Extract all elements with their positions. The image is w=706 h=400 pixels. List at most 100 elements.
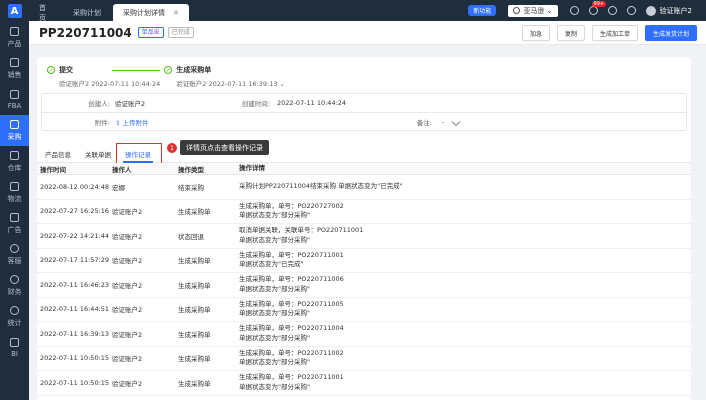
row-time: 2022-07-11 16:39:13 (40, 329, 110, 338)
row-detail: 生成采购单，单号：PO220711001 单据状态变为"已完成" (239, 251, 691, 270)
row-detail-line: 取消单据关联，关联单号：PO220711001 (239, 226, 364, 235)
row-detail-line: 单据状态变为"已完成" (239, 260, 304, 269)
site-select-value: 亚马逊 (523, 6, 545, 15)
remark-label: 备注: (416, 118, 432, 127)
row-detail-line: 单据状态变为"部分采购" (239, 382, 310, 391)
row-detail-line: 单据状态变为"部分采购" (239, 309, 310, 318)
row-user: 验证账户2 (112, 355, 143, 364)
new-feature-button[interactable]: 新功能 (468, 5, 497, 16)
sidebar-item-fba[interactable]: FBA (0, 84, 29, 115)
sidebar-item-bi[interactable]: BI (0, 332, 29, 363)
truck-icon (10, 181, 19, 191)
close-icon[interactable]: ✕ (173, 9, 179, 17)
row-detail-line: 单据状态变为"部分采购" (239, 235, 310, 244)
progress-steps: ✓ 提交 验证账户2 2022-07-11 10:44:24 ✓ 生成采购单 验… (37, 57, 691, 91)
tab-related-docs[interactable]: 关联单据 (85, 149, 111, 159)
sidebar-item-label: 客服 (7, 256, 22, 265)
sidebar-item-label: 物流 (7, 194, 22, 203)
row-type: 生成采购单 (178, 379, 211, 388)
tab-purchase-plan[interactable]: 采购计划 (63, 4, 111, 21)
edit-icon[interactable] (451, 117, 461, 127)
cart-icon (10, 119, 19, 129)
table-body: 2022-08-12 00:24:48 宏娜 结束采购 采购计划PP220711004… (37, 175, 691, 396)
row-user: 验证账户2 (112, 281, 143, 290)
row-detail: 生成采购单，单号：PO220711004 单据状态变为"部分采购" (239, 324, 691, 343)
attachment-label: 附件: (94, 118, 110, 127)
table-row: 2022-07-11 16:44:51 验证账户2 生成采购单 生成采购单，单号：PO… (37, 298, 691, 322)
help-icon[interactable] (607, 6, 617, 15)
row-time: 2022-08-12 00:24:48 (40, 182, 110, 191)
row-user: 验证账户2 (112, 208, 143, 217)
sidebar-item-product[interactable]: 产品 (0, 22, 29, 53)
bi-icon (10, 337, 19, 347)
row-time: 2022-07-11 16:44:51 (40, 305, 110, 314)
tab-product-info[interactable]: 产品信息 (45, 149, 71, 159)
row-detail: 生成采购单，单号：PO220727002 单据状态变为"部分采购" (239, 202, 691, 221)
row-type: 生成采购单 (178, 355, 211, 364)
row-detail: 生成采购单，单号：PO220711006 单据状态变为"部分采购" (239, 275, 691, 294)
avatar (645, 5, 656, 16)
app-logo[interactable]: A (0, 0, 29, 22)
tab-purchase-plan-detail[interactable]: 采购计划详情 ✕ (113, 4, 189, 21)
table-header: 操作时间 操作人 操作类型 操作详情 (37, 163, 691, 175)
type-tag: 单品采 (137, 27, 164, 38)
row-detail: 生成采购单，单号：PO220711002 单据状态变为"部分采购" (239, 349, 691, 368)
info-row: 创建人: 验证账户2 创建时间: 2022-07-11 10:44:24 (42, 94, 686, 112)
site-select[interactable]: 亚马逊 ⌄ (508, 4, 558, 17)
fba-icon (10, 89, 19, 99)
finance-icon (10, 274, 19, 284)
row-detail-line: 采购计划PP220711004结束采购 单据状态变为"已完成" (239, 182, 403, 190)
sidebar-item-finance[interactable]: 财务 (0, 270, 29, 301)
upload-attachment-link[interactable]: ⇪ 上传附件 (115, 117, 149, 127)
step-subtitle[interactable]: 验证账户2 2022-07-11 16:39:13 ⌄ (176, 78, 285, 88)
product-icon (10, 26, 19, 36)
copy-button[interactable]: 复制 (556, 25, 585, 41)
step-create-po: ✓ 生成采购单 验证账户2 2022-07-11 16:39:13 ⌄ (164, 65, 285, 88)
row-detail: 取消单据关联，关联单号：PO220711001 单据状态变为"部分采购" (239, 226, 691, 245)
row-detail-line: 单据状态变为"部分采购" (239, 333, 310, 342)
tab-home[interactable]: 首页 (29, 3, 61, 22)
urgent-button[interactable]: 加急 (521, 25, 550, 41)
step-connector (112, 70, 161, 71)
row-time: 2022-07-11 16:46:23 (40, 280, 110, 289)
sidebar-item-logistics[interactable]: 物流 (0, 177, 29, 208)
user-menu[interactable]: 验证账户2 (645, 5, 692, 16)
create-shipment-plan-button[interactable]: 生成发货计划 (644, 25, 697, 41)
row-detail-line: 生成采购单，单号：PO220727002 (239, 201, 344, 210)
callout-number: 1 (167, 143, 177, 153)
sidebar-item-label: FBA (7, 101, 22, 110)
row-type: 状态回退 (178, 232, 204, 241)
row-time: 2022-07-22 14:21:44 (40, 231, 110, 240)
row-user: 验证账户2 (112, 306, 143, 315)
row-user: 验证账户2 (112, 232, 143, 241)
row-user: 验证账户2 (112, 257, 143, 266)
bell-icon[interactable]: 99+ (588, 1, 607, 15)
create-work-order-button[interactable]: 生成加工单 (591, 25, 638, 41)
top-bar: 首页 采购计划 采购计划详情 ✕ 新功能 亚马逊 ⌄ 99+ 验证账户2 (29, 0, 706, 22)
row-detail-line: 生成采购单，单号：PO220711002 (239, 348, 344, 357)
sidebar-item-warehouse[interactable]: 仓库 (0, 146, 29, 177)
sidebar-item-sales[interactable]: 销售 (0, 53, 29, 84)
row-detail-line: 生成采购单，单号：PO220711005 (239, 299, 344, 308)
sidebar-item-service[interactable]: 客服 (0, 239, 29, 270)
sidebar-item-purchase[interactable]: 采购 (0, 115, 29, 146)
col-time: 操作时间 (40, 165, 66, 174)
download-icon[interactable] (569, 6, 579, 15)
tab-label: 首页 (39, 3, 46, 22)
sidebar-item-label: 财务 (7, 287, 22, 296)
status-badge: 已完成 (167, 27, 194, 38)
detail-card: ✓ 提交 验证账户2 2022-07-11 10:44:24 ✓ 生成采购单 验… (37, 57, 691, 400)
row-detail: 生成采购单，单号：PO220711001 单据状态变为"部分采购" (239, 373, 691, 392)
row-user: 宏娜 (112, 183, 125, 192)
tab-label: 采购计划 (73, 8, 101, 17)
table-row: 2022-08-12 00:24:48 宏娜 结束采购 采购计划PP220711004… (37, 175, 691, 200)
sidebar-item-stats[interactable]: 统计 (0, 301, 29, 332)
creator-label: 创建人: (88, 100, 110, 108)
settings-icon[interactable] (626, 6, 636, 15)
sidebar-item-ads[interactable]: 广告 (0, 208, 29, 239)
table-row: 2022-07-11 16:46:23 验证账户2 生成采购单 生成采购单，单号：PO… (37, 273, 691, 298)
table-row: 2022-07-17 11:57:29 验证账户2 生成采购单 生成采购单，单号：PO… (37, 249, 691, 273)
row-user: 验证账户2 (112, 330, 143, 339)
sidebar-item-label: 销售 (7, 70, 22, 79)
created-time-value: 2022-07-11 10:44:24 (277, 99, 347, 107)
